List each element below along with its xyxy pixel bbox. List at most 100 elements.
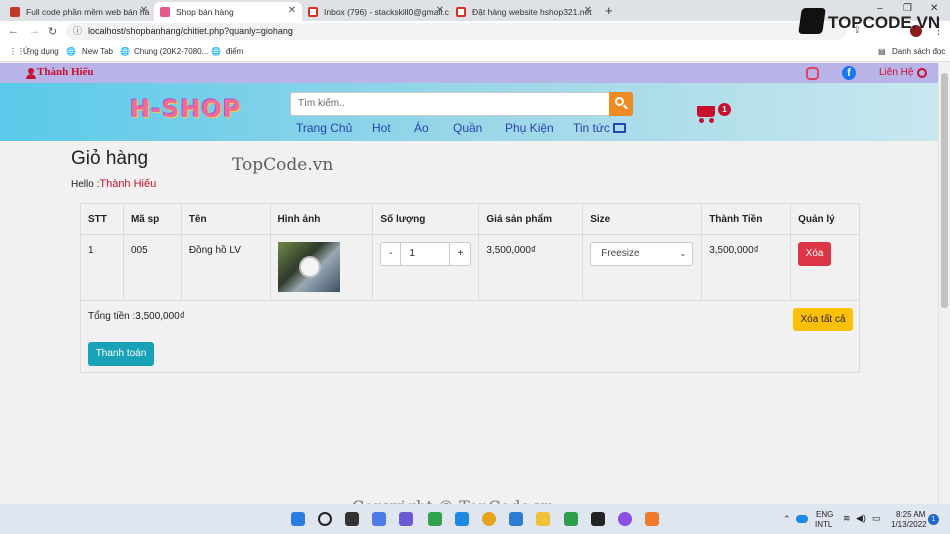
search-icon[interactable]	[318, 512, 332, 526]
tab-title: Full code phần mềm web bán hà	[26, 6, 150, 17]
tab-title: Đặt hàng website hshop321.net	[472, 6, 592, 17]
browser-tab[interactable]: Inbox (796) - stackskill0@gmail.c ✕	[302, 2, 450, 21]
user-icon	[26, 68, 36, 79]
reading-list[interactable]: Danh sách đọc	[892, 47, 945, 56]
globe-icon: 🌐	[66, 47, 76, 56]
newspaper-icon	[613, 123, 626, 133]
col-total: Thành Tiền	[701, 203, 792, 235]
col-manage: Quản lý	[790, 203, 860, 235]
chevron-up-icon[interactable]: ⌃	[783, 514, 791, 525]
qty-minus-button[interactable]: -	[380, 242, 402, 266]
notification-badge[interactable]: 1	[928, 514, 939, 525]
browser-tab[interactable]: Đặt hàng website hshop321.net ✕	[450, 2, 598, 21]
col-stt: STT	[80, 203, 124, 235]
topcode-logo-mark-icon	[798, 8, 826, 34]
chrome-icon[interactable]	[482, 512, 496, 526]
user-name-link[interactable]: Thành Hiếu	[37, 66, 94, 78]
clock-date: 1/13/2022	[891, 520, 927, 529]
onedrive-icon[interactable]	[796, 515, 808, 523]
clock-time[interactable]: 8:25 AM	[896, 510, 925, 519]
url-field[interactable]: ⓘ localhost/shopbanhang/chitiet.php?quan…	[66, 23, 846, 40]
nav-pants[interactable]: Quần	[453, 121, 482, 135]
windows-taskbar: ⌃ ENG INTL ≋ ◀) ▭ 8:25 AM 1/13/2022 1	[0, 504, 950, 534]
cart-count-badge: 1	[718, 103, 731, 116]
back-icon[interactable]: ←	[8, 25, 19, 37]
col-code: Mã sp	[122, 203, 182, 235]
shop-logo[interactable]: H-SHOP	[130, 95, 241, 123]
app-icon[interactable]	[591, 512, 605, 526]
browser-tab-bar: Full code phần mềm web bán hà ✕ Shop bán…	[0, 0, 950, 34]
close-tab-icon[interactable]: ✕	[140, 5, 148, 16]
language-indicator[interactable]: ENG	[816, 510, 833, 519]
browser-tab-active[interactable]: Shop bán hàng ✕	[154, 2, 302, 21]
globe-icon: 🌐	[211, 47, 221, 56]
page-scrollbar[interactable]	[938, 63, 950, 504]
qty-plus-button[interactable]: +	[449, 242, 472, 266]
widgets-icon[interactable]	[372, 512, 386, 526]
cell-size: Freesize ⌄	[582, 234, 703, 301]
teams-icon[interactable]	[399, 512, 413, 526]
col-image: Hình ảnh	[269, 203, 374, 235]
nav-hot[interactable]: Hot	[372, 121, 391, 135]
app-icon[interactable]	[428, 512, 442, 526]
nav-accessories[interactable]: Phụ Kiện	[505, 121, 554, 135]
greeting-name: Thành Hiếu	[99, 178, 157, 190]
bookmark-new-tab[interactable]: New Tab	[82, 47, 113, 56]
file-explorer-icon[interactable]	[536, 512, 550, 526]
close-tab-icon[interactable]: ✕	[436, 5, 444, 16]
messenger-icon[interactable]	[618, 512, 632, 526]
topcode-watermark: TopCode.vn	[232, 155, 334, 175]
bookmark-apps[interactable]: Ứng dụng	[23, 47, 59, 56]
size-select[interactable]: Freesize ⌄	[590, 242, 694, 266]
app-icon[interactable]	[564, 512, 578, 526]
cart-total: Tổng tiền :3,500,000₫	[88, 311, 185, 322]
volume-icon[interactable]: ◀)	[856, 513, 866, 524]
vscode-icon[interactable]	[509, 512, 523, 526]
reading-list-icon: ▤	[878, 47, 886, 56]
new-tab-button[interactable]: +	[605, 3, 613, 18]
instagram-icon[interactable]	[806, 67, 819, 80]
search-placeholder: Tìm kiếm..	[298, 98, 345, 109]
battery-icon[interactable]: ▭	[872, 513, 881, 524]
col-name: Tên	[180, 203, 271, 235]
nav-home[interactable]: Trang Chủ	[296, 121, 352, 135]
site-header: H-SHOP Tìm kiếm.. Trang Chủ Hot Áo Quần …	[0, 83, 938, 141]
clear-all-button[interactable]: Xóa tất cả	[793, 308, 853, 331]
cell-price: 3,500,000₫	[478, 234, 584, 301]
tab-title: Inbox (796) - stackskill0@gmail.c	[324, 6, 449, 17]
scrollbar-thumb[interactable]	[941, 73, 948, 308]
product-image[interactable]	[277, 242, 340, 292]
page-title: Giỏ hàng	[71, 148, 149, 169]
bookmark-chung[interactable]: Chung (20K2-7080...	[134, 47, 208, 56]
close-tab-icon[interactable]: ✕	[584, 5, 592, 16]
col-qty: Số lượng	[372, 203, 480, 235]
facebook-icon[interactable]: f	[842, 66, 856, 80]
headset-icon	[917, 68, 927, 78]
site-favicon-icon	[10, 6, 20, 17]
forward-icon[interactable]: →	[29, 25, 40, 37]
nav-shirts[interactable]: Áo	[414, 121, 429, 135]
cell-qty: - 1 +	[372, 234, 480, 301]
search-input[interactable]: Tìm kiếm..	[290, 92, 610, 116]
xampp-icon[interactable]	[645, 512, 659, 526]
qty-input[interactable]: 1	[401, 242, 450, 266]
checkout-button[interactable]: Thanh toán	[88, 342, 154, 366]
nav-news[interactable]: Tin tức	[573, 121, 610, 135]
cart-button[interactable]: 1	[697, 103, 733, 125]
search-button[interactable]	[609, 92, 633, 116]
main-content: Giỏ hàng TopCode.vn Hello :Thành Hiếu ST…	[0, 141, 938, 516]
zalo-icon[interactable]	[455, 512, 469, 526]
contact-link[interactable]: Liên Hệ	[879, 67, 913, 78]
cart-panel: STT Mã sp Tên Hình ảnh Số lượng Giá sản …	[80, 203, 860, 373]
delete-button[interactable]: Xóa	[798, 242, 832, 266]
gmail-icon	[308, 6, 318, 17]
windows-start-icon[interactable]	[291, 512, 305, 526]
wifi-icon[interactable]: ≋	[843, 513, 851, 524]
task-view-icon[interactable]	[345, 512, 359, 526]
reload-icon[interactable]: ↻	[48, 25, 57, 38]
bookmark-diem[interactable]: điểm	[226, 47, 243, 56]
browser-tab[interactable]: Full code phần mềm web bán hà ✕	[4, 2, 154, 21]
bookmarks-bar: ⋮⋮⋮ Ứng dụng 🌐 New Tab 🌐 Chung (20K2-708…	[0, 42, 950, 62]
site-favicon-icon	[160, 6, 170, 17]
close-tab-icon[interactable]: ✕	[288, 5, 296, 16]
